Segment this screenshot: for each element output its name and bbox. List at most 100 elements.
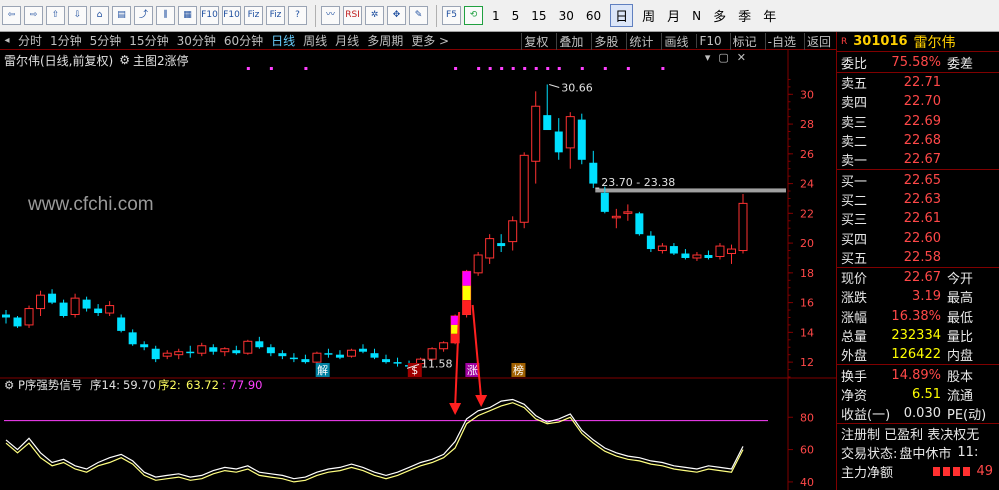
- period-button-11[interactable]: 年: [763, 6, 776, 25]
- candle: [220, 347, 230, 357]
- tab-right-0[interactable]: 复权: [521, 32, 550, 50]
- ind-tick-label: 40: [800, 476, 814, 489]
- period-button-6[interactable]: 周: [642, 6, 655, 25]
- tab-7[interactable]: 周线: [303, 32, 327, 49]
- tab-8[interactable]: 月线: [335, 32, 359, 49]
- candle: [128, 329, 137, 346]
- grid-icon[interactable]: ▦: [178, 6, 197, 25]
- trend-icon[interactable]: 〰: [321, 6, 340, 25]
- refresh-icon[interactable]: ⟲: [464, 6, 483, 25]
- tab-1[interactable]: 1分钟: [50, 32, 82, 49]
- tab-right-1[interactable]: 叠加: [556, 32, 585, 50]
- candle-body: [589, 162, 598, 184]
- candle: [209, 344, 218, 355]
- tab-right-8[interactable]: 返回: [803, 32, 833, 50]
- tab-2[interactable]: 5分钟: [90, 32, 122, 49]
- tab-3[interactable]: 15分钟: [129, 32, 168, 49]
- candle: [715, 243, 725, 260]
- signal-dot: [523, 67, 527, 70]
- tab-right-4[interactable]: 画线: [661, 32, 690, 50]
- toolbar: ⇦ ⇨ ⇧ ⇩ ⌂ ▤ ⤴ ⫼ ▦ F10 F10 Fiz Fiz? 〰 RSI ✲ ✥ ✎ F5 ⟲ 1 5 15 30 60…: [0, 0, 999, 32]
- tab-4[interactable]: 30分钟: [177, 32, 216, 49]
- home-icon[interactable]: ⌂: [90, 6, 109, 25]
- tab-right-6[interactable]: 标记: [729, 32, 759, 50]
- tab-0[interactable]: 分时: [18, 32, 42, 49]
- zhuli-value: 49: [976, 464, 993, 480]
- tab-right-3[interactable]: 统计: [626, 32, 655, 50]
- down-icon[interactable]: ⇩: [68, 6, 87, 25]
- range-price-label: 23.70 - 23.38: [601, 176, 675, 189]
- stat2-row-label: 换手: [841, 369, 868, 385]
- period-button-7[interactable]: 月: [667, 6, 680, 25]
- candle: [94, 304, 103, 316]
- tab-6[interactable]: 日线: [271, 32, 295, 49]
- stat-row-right-label: 今开: [947, 272, 974, 288]
- chart-icon[interactable]: ⤴: [134, 6, 153, 25]
- indicator-settings-icon[interactable]: ⚙: [4, 378, 14, 392]
- move-icon[interactable]: ✥: [387, 6, 406, 25]
- candle-body: [370, 353, 379, 358]
- candle: [358, 344, 367, 354]
- candle: [554, 118, 563, 160]
- candle: [255, 336, 264, 349]
- indicator-title[interactable]: P序强势信号: [18, 378, 82, 392]
- candle-body: [715, 245, 725, 257]
- candle: [370, 348, 379, 360]
- stat2-row: 收益(一) 0.030 PE(动): [837, 404, 999, 423]
- up-icon[interactable]: ⇧: [46, 6, 65, 25]
- candle-icon[interactable]: ⫼: [156, 6, 175, 25]
- period-button-1[interactable]: 5: [512, 9, 520, 23]
- limit-up-segment: [462, 271, 471, 286]
- forward-icon[interactable]: ⇨: [24, 6, 43, 25]
- stat-row-right-label: 内盘: [947, 349, 974, 365]
- kline-chart[interactable]: 12141618202224262830406080 解 $ 涨榜 www.cfch…: [0, 50, 836, 490]
- period-button-4[interactable]: 60: [586, 9, 601, 23]
- brush-icon[interactable]: ✎: [409, 6, 428, 25]
- rsi-icon[interactable]: RSI: [343, 6, 362, 25]
- tab-right-5[interactable]: F10: [696, 34, 723, 48]
- candle: [335, 350, 344, 360]
- period-button-0[interactable]: 1: [492, 9, 500, 23]
- f10-alt-icon[interactable]: F10: [222, 6, 241, 25]
- candle: [2, 310, 10, 324]
- price-tick-label: 28: [800, 118, 814, 131]
- tab-9[interactable]: 多周期: [367, 32, 403, 49]
- news-icon[interactable]: ▤: [112, 6, 131, 25]
- period-button-8[interactable]: N: [692, 9, 701, 23]
- candle-body: [36, 294, 46, 310]
- stat-row-right-label: 最低: [947, 310, 974, 326]
- candle: [70, 293, 80, 318]
- stat-row-label: 现价: [841, 272, 868, 288]
- help-icon[interactable]: ?: [288, 6, 307, 25]
- stat2-row-right-label: PE(动): [947, 408, 987, 424]
- market-badge: R: [841, 36, 848, 47]
- fiz-icon[interactable]: Fiz: [244, 6, 263, 25]
- candle-body: [70, 297, 80, 316]
- f10-icon[interactable]: F10: [200, 6, 219, 25]
- ask-row-label: 卖五: [841, 77, 868, 93]
- seq14-label: 序14:: [90, 378, 120, 392]
- back-icon[interactable]: ⇦: [2, 6, 21, 25]
- fiz-alt-icon[interactable]: Fiz: [266, 6, 285, 25]
- stat-row: 外盘 126422 内盘: [837, 345, 999, 364]
- tab-10[interactable]: 更多 >: [411, 32, 449, 49]
- candle: [704, 250, 713, 260]
- period-button-9[interactable]: 多: [713, 6, 726, 25]
- period-button-2[interactable]: 15: [531, 9, 546, 23]
- tab-scroll-left-icon[interactable]: ◂: [0, 35, 14, 46]
- tab-5[interactable]: 60分钟: [224, 32, 263, 49]
- period-button-5[interactable]: 日: [610, 4, 634, 27]
- candle-body: [301, 359, 310, 363]
- tab-right-2[interactable]: 多股: [591, 32, 620, 50]
- stat-row: 现价 22.67 今开: [837, 268, 999, 287]
- ask-row: 卖三 22.69: [837, 112, 999, 131]
- candle: [577, 113, 586, 165]
- period-button-3[interactable]: 30: [559, 9, 574, 23]
- tab-right-7[interactable]: -自选: [764, 32, 798, 50]
- stat2-row-label: 净资: [841, 388, 868, 404]
- candle: [497, 234, 506, 253]
- f5-icon[interactable]: F5: [442, 6, 461, 25]
- event-marker-label: 解: [317, 363, 328, 377]
- period-button-10[interactable]: 季: [738, 6, 751, 25]
- tools-icon[interactable]: ✲: [365, 6, 384, 25]
